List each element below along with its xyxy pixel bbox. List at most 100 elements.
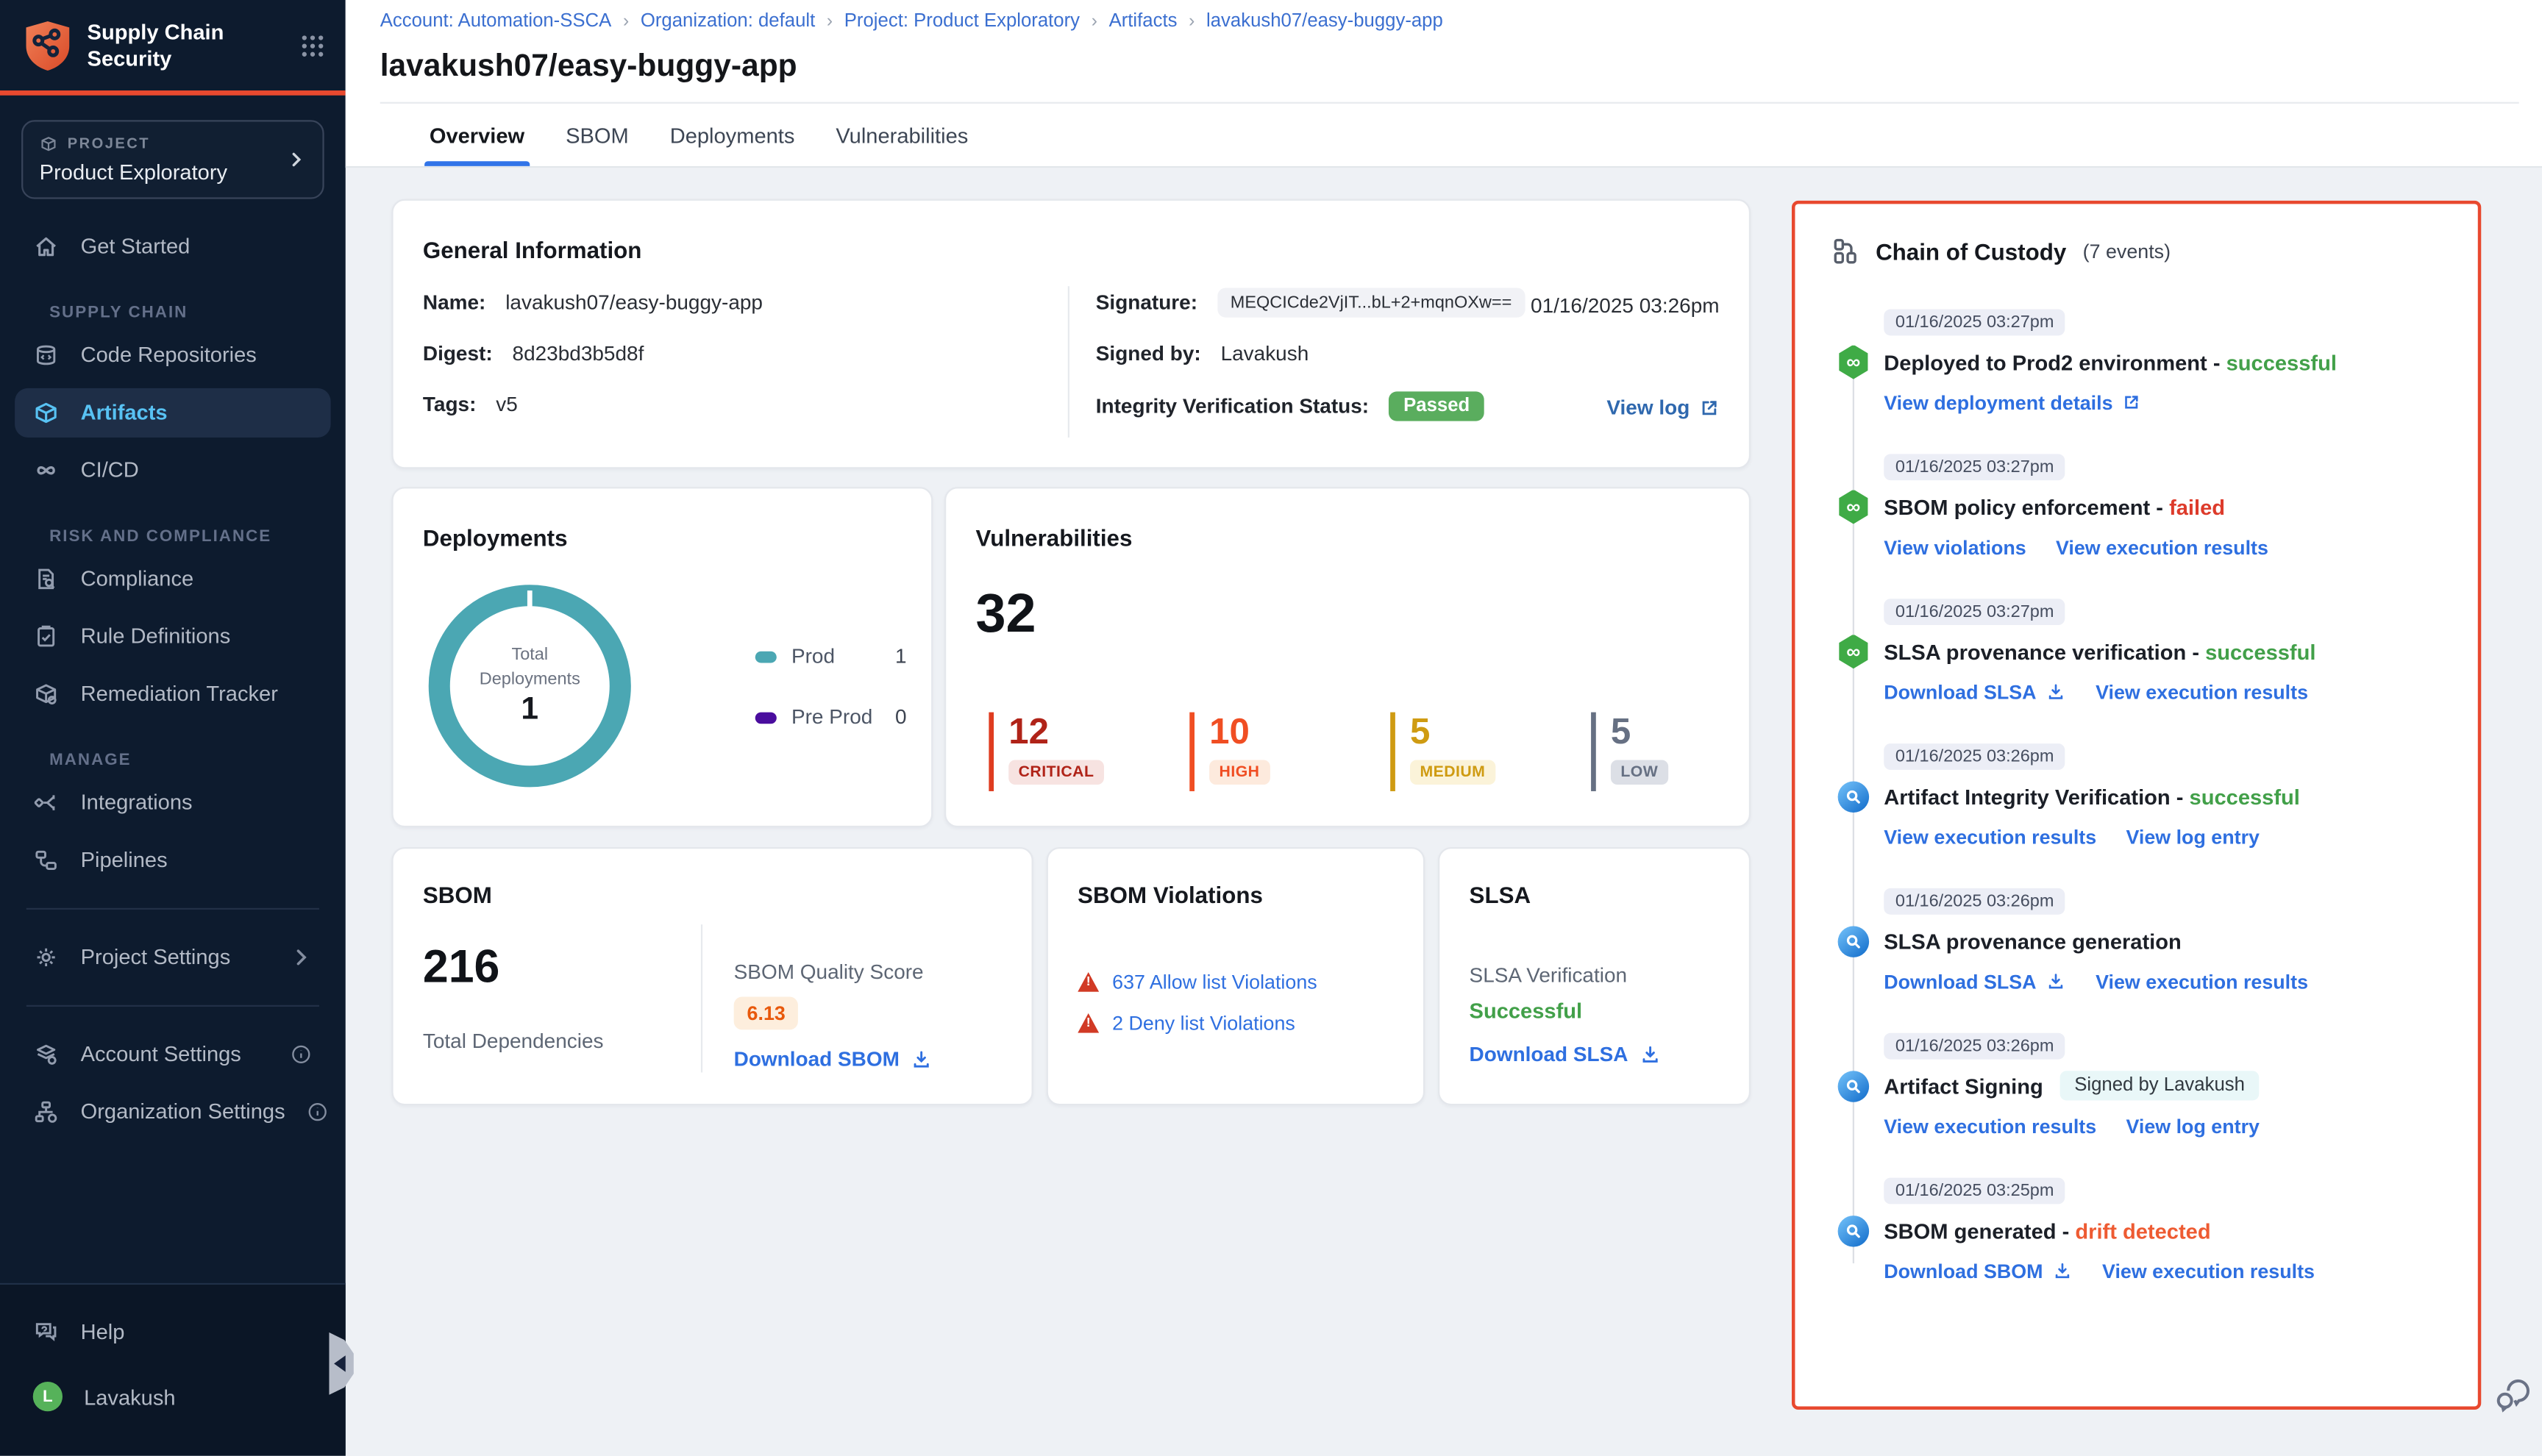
download-icon bbox=[2053, 1262, 2073, 1282]
sidebar-section-title: SUPPLY CHAIN bbox=[49, 304, 346, 322]
chevron-right-icon bbox=[286, 149, 306, 168]
severity-breakdown: 12CRITICAL10HIGH5MEDIUM5LOW bbox=[989, 713, 1792, 791]
external-icon bbox=[2123, 393, 2143, 413]
event-link-view-execution-results[interactable]: View execution results bbox=[2102, 1260, 2315, 1282]
violation-link-text: 637 Allow list Violations bbox=[1112, 971, 1317, 993]
tab-bar: Overview SBOM Deployments Vulnerabilities bbox=[430, 105, 968, 166]
severity-medium: 5MEDIUM bbox=[1390, 713, 1591, 791]
download-sbom-link[interactable]: Download SBOM bbox=[734, 1048, 931, 1071]
event-link-view-execution-results[interactable]: View execution results bbox=[2096, 681, 2308, 704]
vertical-divider bbox=[1068, 286, 1069, 438]
event-title-row: Artifact SigningSigned by Lavakush bbox=[1884, 1069, 2454, 1102]
tab-sbom[interactable]: SBOM bbox=[566, 105, 629, 166]
sidebar-item-rule-definitions[interactable]: Rule Definitions bbox=[15, 611, 330, 660]
sidebar-item-help[interactable]: Help bbox=[15, 1306, 330, 1355]
legend-dot bbox=[755, 651, 777, 663]
event-link-view-execution-results[interactable]: View execution results bbox=[1884, 1116, 2096, 1138]
breadcrumb-separator: › bbox=[1092, 12, 1097, 32]
vertical-divider bbox=[701, 924, 702, 1072]
breadcrumb-link[interactable]: Account: Automation-SSCA bbox=[380, 12, 612, 32]
breadcrumb-link[interactable]: Organization: default bbox=[641, 12, 815, 32]
breadcrumb: Account: Automation-SSCA › Organization: d… bbox=[380, 12, 1443, 32]
event-link-download-slsa[interactable]: Download SLSA bbox=[1884, 971, 2066, 993]
sidebar-item-project-settings[interactable]: Project Settings bbox=[15, 932, 330, 981]
severity-low: 5LOW bbox=[1591, 713, 1792, 791]
org-icon bbox=[33, 1098, 60, 1124]
chevron-right-icon bbox=[290, 945, 313, 968]
tab-overview[interactable]: Overview bbox=[430, 105, 524, 166]
general-information-title: General Information bbox=[423, 237, 642, 263]
event-timestamp: 01/16/2025 03:27pm bbox=[1884, 310, 2065, 336]
sidebar-item-label: Project Settings bbox=[81, 944, 268, 969]
custody-event: 01/16/2025 03:26pm Artifact SigningSigned… bbox=[1838, 1029, 2455, 1138]
project-selector[interactable]: PROJECT Product Exploratory bbox=[21, 119, 324, 198]
supply-chain-security-logo-icon bbox=[23, 20, 72, 73]
sidebar-item-get-started[interactable]: Get Started bbox=[15, 221, 330, 271]
severity-critical: 12CRITICAL bbox=[989, 713, 1189, 791]
tab-deployments[interactable]: Deployments bbox=[670, 105, 795, 166]
tab-vulnerabilities[interactable]: Vulnerabilities bbox=[836, 105, 968, 166]
sidebar-item-label: Pipelines bbox=[81, 847, 313, 872]
sidebar-item-ci-cd[interactable]: CI/CD bbox=[15, 445, 330, 494]
violation-link[interactable]: 637 Allow list Violations bbox=[1078, 971, 1317, 993]
pipeline-step-icon: ∞ bbox=[1838, 634, 1870, 668]
event-status: successful bbox=[2205, 639, 2315, 664]
sidebar-item-organization-settings[interactable]: Organization Settings bbox=[15, 1086, 330, 1135]
view-log-link[interactable]: View log bbox=[1606, 396, 1719, 419]
event-link-view-execution-results[interactable]: View execution results bbox=[1884, 826, 2096, 849]
sidebar-item-label: Code Repositories bbox=[81, 342, 313, 367]
external-link-icon bbox=[1700, 398, 1720, 418]
sidebar-item-remediation-tracker[interactable]: Remediation Tracker bbox=[15, 668, 330, 718]
event-timestamp: 01/16/2025 03:26pm bbox=[1884, 1033, 2065, 1060]
event-link-download-slsa[interactable]: Download SLSA bbox=[1884, 681, 2066, 704]
event-status: successful bbox=[2226, 349, 2337, 374]
event-links: View execution results View log entry bbox=[1884, 1116, 2454, 1138]
sidebar-item-pipelines[interactable]: Pipelines bbox=[15, 835, 330, 884]
severity-high: 10HIGH bbox=[1189, 713, 1390, 791]
sidebar-header: Supply Chain Security bbox=[0, 0, 346, 90]
scan-step-icon bbox=[1838, 780, 1870, 812]
scan-step-icon bbox=[1838, 925, 1870, 957]
sidebar-item-artifacts[interactable]: Artifacts bbox=[15, 388, 330, 437]
chain-of-custody-header: Chain of Custody (7 events) bbox=[1831, 237, 2171, 265]
feedback-chat-icon[interactable] bbox=[2493, 1375, 2532, 1415]
home-icon bbox=[33, 233, 60, 260]
project-selector-label: PROJECT bbox=[68, 135, 150, 151]
event-link-text: View execution results bbox=[2102, 1260, 2315, 1282]
event-links: View deployment details bbox=[1884, 391, 2454, 414]
top-bar: Account: Automation-SSCA › Organization: d… bbox=[346, 0, 2542, 168]
event-links: Download SLSA View execution results bbox=[1884, 681, 2454, 704]
violation-link[interactable]: 2 Deny list Violations bbox=[1078, 1012, 1317, 1035]
breadcrumb-link[interactable]: lavakush07/easy-buggy-app bbox=[1206, 12, 1443, 32]
sidebar-item-label: Account Settings bbox=[81, 1041, 268, 1066]
deployments-title: Deployments bbox=[423, 525, 568, 552]
sidebar-item-code-repositories[interactable]: Code Repositories bbox=[15, 329, 330, 379]
sidebar-item-compliance[interactable]: Compliance bbox=[15, 554, 330, 603]
breadcrumb-link[interactable]: Artifacts bbox=[1109, 12, 1178, 32]
vulnerabilities-card: Vulnerabilities 32 12CRITICAL10HIGH5MEDI… bbox=[944, 487, 1751, 827]
event-link-text: Download SLSA bbox=[1884, 971, 2036, 993]
warning-icon bbox=[1078, 1013, 1099, 1033]
sidebar-item-integrations[interactable]: Integrations bbox=[15, 777, 330, 827]
violation-link-text: 2 Deny list Violations bbox=[1112, 1012, 1295, 1035]
event-link-view-log-entry[interactable]: View log entry bbox=[2126, 826, 2260, 849]
event-link-text: View execution results bbox=[1884, 826, 2096, 849]
event-link-view-log-entry[interactable]: View log entry bbox=[2126, 1116, 2260, 1138]
violations-list: 637 Allow list Violations 2 Deny list Vio… bbox=[1078, 971, 1317, 1053]
event-link-view-execution-results[interactable]: View execution results bbox=[2096, 971, 2308, 993]
download-slsa-link[interactable]: Download SLSA bbox=[1470, 1043, 1659, 1066]
deployments-legend: Prod1Pre Prod0 bbox=[755, 645, 907, 767]
event-link-view-violations[interactable]: View violations bbox=[1884, 536, 2026, 559]
breadcrumb-link[interactable]: Project: Product Exploratory bbox=[844, 12, 1080, 32]
sidebar-item-label: CI/CD bbox=[81, 457, 313, 482]
legend-item-prod: Prod1 bbox=[755, 645, 907, 668]
app-launcher-grid-icon[interactable] bbox=[299, 33, 326, 60]
event-link-view-deployment-details[interactable]: View deployment details bbox=[1884, 391, 2143, 414]
event-link-download-sbom[interactable]: Download SBOM bbox=[1884, 1260, 2073, 1282]
sbom-quality-score-value: 6.13 bbox=[734, 997, 799, 1030]
event-link-view-execution-results[interactable]: View execution results bbox=[2056, 536, 2268, 559]
user-menu[interactable]: L Lavakush bbox=[15, 1372, 330, 1421]
event-links: View violations View execution results bbox=[1884, 536, 2454, 559]
event-link-text: View deployment details bbox=[1884, 391, 2112, 414]
sidebar-item-account-settings[interactable]: Account Settings bbox=[15, 1029, 330, 1078]
